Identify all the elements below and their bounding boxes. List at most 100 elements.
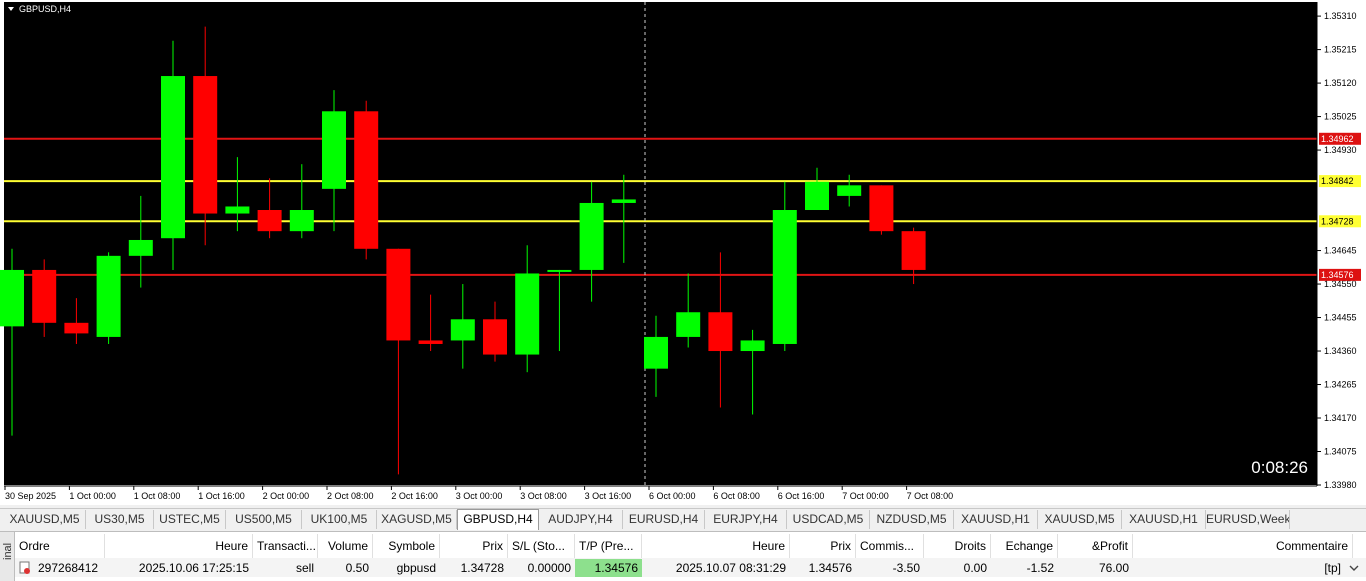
price-tick-label-10: 1.34170 <box>1324 413 1357 423</box>
candle-body-13 <box>418 340 443 344</box>
symbol-tab-4[interactable]: UK100,M5 <box>302 510 377 529</box>
candle-body-8 <box>257 210 282 232</box>
col-header-prix[interactable]: Prix <box>440 534 508 558</box>
candle-body-17 <box>547 269 572 272</box>
col-header-heure-close[interactable]: Heure <box>642 534 790 558</box>
candle-body-1 <box>32 269 57 323</box>
chart-area[interactable]: 1.35310 1.35215 1.35120 1.35025 1.34930 1.346… <box>0 0 1366 505</box>
price-tick-label-4: 1.34930 <box>1324 145 1357 155</box>
chart-plot-background <box>4 2 1317 485</box>
hline-price-tag-label-0: 1.34962 <box>1321 134 1354 144</box>
cell-prix-close: 1.34576 <box>808 561 852 575</box>
time-tick-label-5: 2 Oct 08:00 <box>327 491 374 501</box>
symbol-tab-1[interactable]: US30,M5 <box>86 510 154 529</box>
candle-27 <box>869 185 894 235</box>
symbol-tab-3[interactable]: US500,M5 <box>226 510 302 529</box>
price-tick-label-3: 1.35025 <box>1324 112 1357 122</box>
col-header-prix-close[interactable]: Prix <box>790 534 856 558</box>
symbol-tab-0[interactable]: XAUUSD,M5 <box>4 510 86 529</box>
price-tick-label-7: 1.34455 <box>1324 313 1357 323</box>
terminal-side-label: inal <box>2 542 14 560</box>
row-expand-icon[interactable] <box>1346 559 1362 577</box>
price-tick-label-11: 1.34075 <box>1324 447 1357 457</box>
time-tick-label-13: 7 Oct 00:00 <box>842 491 889 501</box>
candle-body-19 <box>611 199 636 203</box>
candle-body-2 <box>64 322 89 334</box>
chart-title: GBPUSD,H4 <box>19 4 71 14</box>
symbol-tab-5[interactable]: XAGUSD,M5 <box>377 510 457 529</box>
cell-transaction: sell <box>295 561 314 575</box>
candle-body-3 <box>96 255 121 337</box>
cell-tp: 1.34576 <box>575 559 642 577</box>
col-header-tp[interactable]: T/P (Pre... <box>575 534 642 558</box>
cell-profit: 76.00 <box>1098 561 1129 575</box>
price-tick-label-8: 1.34360 <box>1324 346 1357 356</box>
candle-body-9 <box>289 210 314 232</box>
col-header-commission[interactable]: Commis... <box>856 534 924 558</box>
col-header-droits[interactable]: Droits <box>924 534 991 558</box>
symbol-tab-6[interactable]: GBPUSD,H4 <box>457 509 539 530</box>
candle-body-15 <box>483 319 507 355</box>
price-tick-label-2: 1.35120 <box>1324 78 1357 88</box>
time-tick-label-4: 2 Oct 00:00 <box>263 491 310 501</box>
col-header-heure[interactable]: Heure <box>105 534 253 558</box>
time-tick-label-7: 3 Oct 00:00 <box>456 491 503 501</box>
symbol-tab-2[interactable]: USTEC,M5 <box>154 510 226 529</box>
time-tick-label-9: 3 Oct 16:00 <box>585 491 632 501</box>
col-header-transaction[interactable]: Transacti... <box>253 534 318 558</box>
time-tick-label-8: 3 Oct 08:00 <box>520 491 567 501</box>
cell-volume: 0.50 <box>345 561 369 575</box>
candle-body-21 <box>676 312 701 337</box>
candle-body-12 <box>386 248 411 341</box>
candle-3 <box>96 252 121 344</box>
symbol-tab-15[interactable]: EURUSD,Week <box>1206 510 1290 529</box>
candle-body-16 <box>515 273 540 355</box>
candle-11 <box>354 100 379 260</box>
symbol-tab-7[interactable]: AUDJPY,H4 <box>539 510 623 529</box>
candle-body-6 <box>193 76 218 214</box>
bar-countdown: 0:08:26 <box>1251 458 1308 477</box>
col-header-commentaire[interactable]: Commentaire <box>1133 534 1353 558</box>
cell-droits: 0.00 <box>963 561 987 575</box>
col-header-ordre[interactable]: Ordre <box>15 534 105 558</box>
time-tick-label-0: 30 Sep 2025 <box>5 491 56 501</box>
candle-body-4 <box>128 239 153 256</box>
time-tick-label-11: 6 Oct 08:00 <box>713 491 760 501</box>
cell-symbole: gbpusd <box>396 561 436 575</box>
time-tick-label-12: 6 Oct 16:00 <box>778 491 825 501</box>
hline-price-tag-label-1: 1.34842 <box>1321 176 1354 186</box>
symbol-tabs-bar: XAUUSD,M5 US30,M5 USTEC,M5 US500,M5 UK100,M5… <box>0 508 1366 531</box>
candle-body-0 <box>0 269 24 327</box>
candle-body-24 <box>772 210 797 344</box>
symbol-tab-11[interactable]: NZDUSD,M5 <box>870 510 954 529</box>
candle-body-22 <box>708 312 733 352</box>
price-tick-label-0: 1.35310 <box>1324 11 1357 21</box>
col-header-profit[interactable]: &Profit <box>1058 534 1133 558</box>
candle-body-28 <box>901 231 926 270</box>
candle-body-26 <box>837 185 862 196</box>
trade-terminal: inal Ordre Heure Transacti... Volume Sym… <box>0 531 1366 581</box>
cell-commentaire: [tp] <box>1324 561 1341 575</box>
symbol-tab-13[interactable]: XAUUSD,M5 <box>1038 510 1122 529</box>
col-header-echange[interactable]: Echange <box>991 534 1058 558</box>
symbol-tab-8[interactable]: EURUSD,H4 <box>623 510 705 529</box>
candle-body-7 <box>225 206 250 214</box>
price-tick-label-5: 1.34645 <box>1324 246 1357 256</box>
cell-echange: -1.52 <box>1026 561 1054 575</box>
price-chart[interactable]: 1.35310 1.35215 1.35120 1.35025 1.34930 1.346… <box>0 0 1366 505</box>
candle-body-11 <box>354 111 379 249</box>
col-header-symbole[interactable]: Symbole <box>373 534 440 558</box>
symbol-tab-9[interactable]: EURJPY,H4 <box>705 510 787 529</box>
symbol-tab-14[interactable]: XAUUSD,H1 <box>1122 510 1206 529</box>
col-header-volume[interactable]: Volume <box>318 534 373 558</box>
time-tick-label-1: 1 Oct 00:00 <box>69 491 116 501</box>
time-tick-label-2: 1 Oct 08:00 <box>134 491 181 501</box>
symbol-tab-10[interactable]: USDCAD,M5 <box>787 510 870 529</box>
terminal-side-handle[interactable]: inal <box>0 532 15 581</box>
symbol-tab-12[interactable]: XAUUSD,H1 <box>954 510 1038 529</box>
price-tick-label-1: 1.35215 <box>1324 45 1357 55</box>
candle-body-18 <box>579 202 604 270</box>
col-header-sl[interactable]: S/L (Sto... <box>508 534 575 558</box>
cell-commission: -3.50 <box>892 561 920 575</box>
time-tick-label-10: 6 Oct 00:00 <box>649 491 696 501</box>
